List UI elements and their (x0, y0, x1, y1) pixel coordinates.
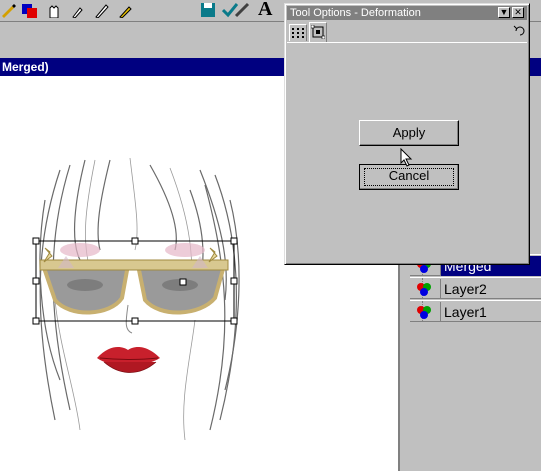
layer-row-layer2[interactable]: Layer2 (410, 277, 541, 299)
brush-icon[interactable] (118, 2, 134, 18)
apply-label: Apply (392, 125, 426, 140)
color-icon[interactable] (22, 2, 38, 18)
dialog-title: Tool Options - Deformation (290, 7, 421, 19)
document-title-bar[interactable]: Merged) (0, 58, 290, 76)
layer-name: Layer2 (440, 279, 541, 299)
text-tool-icon[interactable]: A (258, 0, 272, 21)
dropper-icon[interactable] (70, 2, 86, 18)
layer-color-icon (417, 283, 431, 296)
focus-rectangle (364, 168, 454, 186)
paint-icon[interactable] (0, 2, 16, 18)
help-icon[interactable] (513, 25, 525, 37)
dialog-tab-strip (287, 22, 527, 42)
minimize-button[interactable]: ▼ (498, 7, 510, 18)
tab-grid[interactable] (289, 24, 307, 41)
dialog-title-bar[interactable]: Tool Options - Deformation ▼ ✕ (287, 6, 527, 20)
deformation-icon (311, 25, 325, 39)
close-icon: ✕ (514, 7, 522, 17)
mouse-cursor-icon (400, 148, 413, 167)
save-icon[interactable] (200, 2, 216, 18)
document-title: Merged) (2, 60, 49, 74)
chevron-down-icon: ▼ (499, 7, 509, 17)
grid-icon (292, 28, 304, 38)
tool-options-dialog: Tool Options - Deformation ▼ ✕ Apply Can… (284, 3, 530, 265)
tool-icon[interactable] (234, 2, 250, 18)
sunglasses (39, 247, 229, 315)
apply-button[interactable]: Apply (359, 120, 459, 146)
close-button[interactable]: ✕ (512, 7, 524, 18)
layer-name: Layer1 (440, 302, 541, 322)
pen-icon[interactable] (94, 2, 110, 18)
layer-color-icon (417, 306, 431, 319)
hand-icon[interactable] (46, 2, 62, 18)
tab-deformation[interactable] (309, 22, 327, 42)
layer-row-layer1[interactable]: Layer1 (410, 300, 541, 322)
